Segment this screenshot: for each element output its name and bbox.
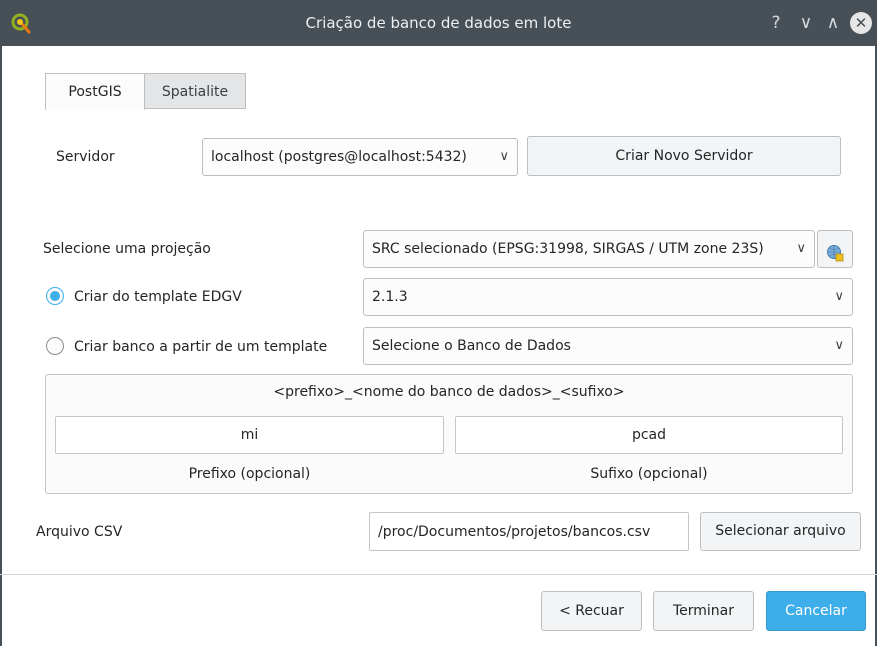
- db-template-radio[interactable]: [46, 337, 64, 355]
- edgv-template-label: Criar do template EDGV: [74, 289, 242, 305]
- back-button[interactable]: < Recuar: [541, 591, 642, 631]
- qgis-logo-icon: [10, 12, 32, 34]
- template-db-select[interactable]: Selecione o Banco de Dados ∨: [363, 327, 853, 365]
- chevron-down-icon: ∨: [499, 149, 509, 164]
- suffix-input-field[interactable]: [456, 417, 842, 453]
- tab-postgis[interactable]: PostGIS: [45, 73, 145, 110]
- server-label: Servidor: [56, 149, 115, 165]
- projection-label: Selecione uma projeção: [43, 241, 211, 257]
- chevron-down-icon: ∨: [834, 338, 844, 353]
- window-frame-left: [0, 46, 2, 646]
- edgv-version-value: 2.1.3: [372, 289, 408, 305]
- csv-label: Arquivo CSV: [36, 524, 123, 540]
- minimize-icon[interactable]: ∨: [795, 12, 817, 34]
- finish-button[interactable]: Terminar: [653, 591, 754, 631]
- select-file-button[interactable]: Selecionar arquivo: [700, 512, 861, 551]
- projection-select[interactable]: SRC selecionado (EPSG:31998, SIRGAS / UT…: [363, 230, 815, 268]
- edgv-template-radio[interactable]: [46, 287, 64, 305]
- cancel-button[interactable]: Cancelar: [766, 591, 866, 631]
- prefix-input[interactable]: [55, 416, 444, 454]
- tab-spatialite[interactable]: Spatialite: [144, 73, 246, 109]
- footer-separator: [0, 574, 877, 575]
- globe-icon: [826, 240, 844, 276]
- template-db-value: Selecione o Banco de Dados: [372, 338, 571, 354]
- csv-path-field[interactable]: [378, 513, 688, 550]
- naming-pattern: <prefixo>_<nome do banco de dados>_<sufi…: [273, 384, 625, 400]
- prefix-input-field[interactable]: [56, 417, 443, 453]
- csv-path-input[interactable]: [369, 512, 689, 551]
- window-title: Criação de banco de dados em lote: [305, 14, 572, 32]
- close-icon[interactable]: ✕: [850, 12, 872, 34]
- server-select[interactable]: localhost (postgres@localhost:5432) ∨: [202, 138, 518, 176]
- projection-picker-button[interactable]: [817, 230, 853, 268]
- new-server-button[interactable]: Criar Novo Servidor: [527, 136, 841, 176]
- projection-select-value: SRC selecionado (EPSG:31998, SIRGAS / UT…: [372, 241, 764, 257]
- db-template-label: Criar banco a partir de um template: [74, 339, 328, 355]
- edgv-version-select[interactable]: 2.1.3 ∨: [363, 278, 853, 316]
- suffix-input[interactable]: [455, 416, 843, 454]
- help-icon[interactable]: ?: [765, 12, 787, 34]
- suffix-label: Sufixo (opcional): [590, 466, 708, 482]
- maximize-icon[interactable]: ∧: [822, 12, 844, 34]
- prefix-label: Prefixo (opcional): [188, 466, 311, 482]
- server-select-value: localhost (postgres@localhost:5432): [211, 149, 467, 165]
- chevron-down-icon: ∨: [796, 241, 806, 256]
- chevron-down-icon: ∨: [834, 289, 844, 304]
